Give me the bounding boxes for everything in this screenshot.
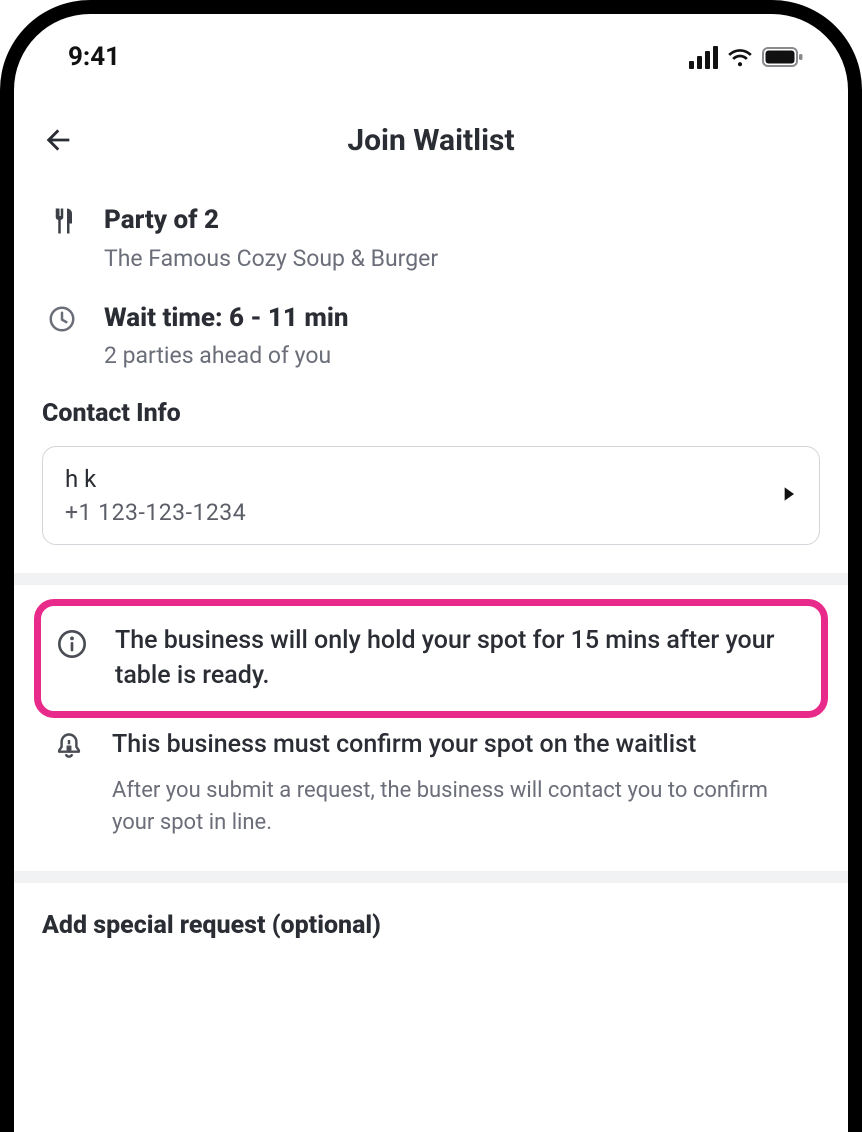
contact-info-heading: Contact Info — [42, 399, 820, 428]
wait-time-label: Wait time: 6 - 11 min — [104, 302, 348, 336]
back-button[interactable] — [34, 116, 82, 164]
arrow-left-icon — [41, 123, 75, 157]
restaurant-name: The Famous Cozy Soup & Burger — [104, 244, 438, 274]
parties-ahead-label: 2 parties ahead of you — [104, 341, 348, 371]
contact-phone: +1 123-123-1234 — [65, 499, 246, 526]
utensils-icon — [42, 204, 82, 274]
contact-name: h k — [65, 465, 246, 493]
wifi-icon — [726, 46, 754, 68]
battery-icon — [762, 46, 804, 68]
bell-icon — [48, 728, 90, 838]
highlighted-hold-notice: The business will only hold your spot fo… — [34, 599, 828, 718]
nav-header: Join Waitlist — [14, 82, 848, 174]
status-indicators — [689, 46, 804, 69]
party-size-label: Party of 2 — [104, 204, 438, 238]
page-title: Join Waitlist — [14, 123, 848, 158]
info-icon — [51, 624, 93, 693]
chevron-right-icon — [783, 486, 797, 506]
confirm-notice-body: After you submit a request, the business… — [112, 775, 814, 839]
section-divider — [14, 871, 848, 883]
special-request-heading: Add special request (optional) — [42, 911, 820, 940]
hold-notice-text: The business will only hold your spot fo… — [115, 624, 805, 693]
party-info-row: Party of 2 The Famous Cozy Soup & Burger — [42, 204, 820, 274]
confirm-notice-title: This business must confirm your spot on … — [112, 728, 814, 763]
confirm-notice-row: This business must confirm your spot on … — [48, 728, 814, 838]
section-divider — [14, 573, 848, 585]
clock-icon — [42, 302, 82, 372]
wait-time-row: Wait time: 6 - 11 min 2 parties ahead of… — [42, 302, 820, 372]
contact-card[interactable]: h k +1 123-123-1234 — [42, 446, 820, 545]
status-bar: 9:41 — [14, 14, 848, 82]
status-time: 9:41 — [68, 42, 120, 72]
cellular-signal-icon — [689, 46, 718, 69]
